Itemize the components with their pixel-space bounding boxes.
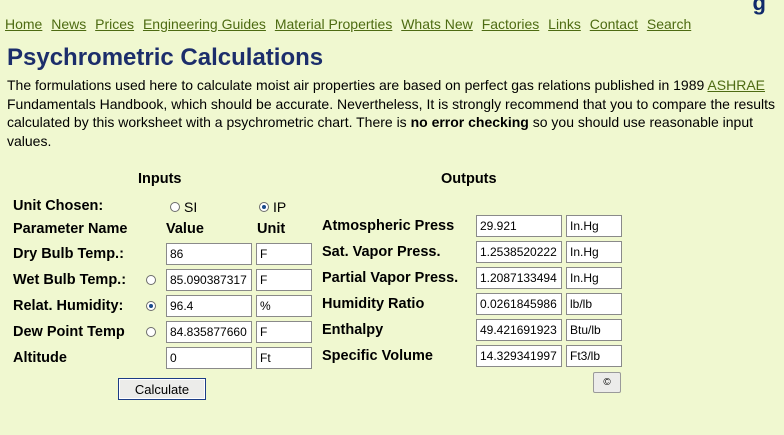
intro-text-1: The formulations used here to calculate … (7, 77, 708, 93)
specific-volume-unit-field[interactable] (566, 345, 622, 367)
partial-vapor-unit-field[interactable] (566, 267, 622, 289)
page-title: Psychrometric Calculations (7, 44, 324, 71)
nav-link-factories[interactable]: Factories (482, 16, 540, 32)
nav-link-material-properties[interactable]: Material Properties (275, 16, 393, 32)
atm-press-label: Atmospheric Press (322, 218, 455, 234)
altitude-value-input[interactable] (166, 347, 252, 369)
enthalpy-value-field[interactable] (476, 319, 562, 341)
humidity-ratio-label: Humidity Ratio (322, 296, 425, 312)
humidity-ratio-value-field[interactable] (476, 293, 562, 315)
unit-si-radio[interactable] (170, 202, 180, 212)
dry-bulb-value-input[interactable] (166, 243, 252, 265)
humidity-ratio-unit-field[interactable] (566, 293, 622, 315)
unit-ip-radio[interactable] (259, 202, 269, 212)
dew-point-label: Dew Point Temp (13, 324, 125, 340)
unit-header: Unit (257, 221, 286, 237)
enthalpy-label: Enthalpy (322, 322, 384, 338)
nav-link-search[interactable]: Search (647, 16, 691, 32)
wet-bulb-value-input[interactable] (166, 269, 252, 291)
nav-link-news[interactable]: News (51, 16, 86, 32)
nav-link-links[interactable]: Links (548, 16, 581, 32)
partial-vapor-value-field[interactable] (476, 267, 562, 289)
dew-point-unit-field[interactable] (256, 321, 312, 343)
unit-ip-label: IP (273, 199, 287, 215)
intro-warning: no error checking (410, 114, 529, 130)
nav-link-prices[interactable]: Prices (95, 16, 134, 32)
wet-bulb-label: Wet Bulb Temp.: (13, 272, 127, 288)
wet-bulb-radio[interactable] (146, 275, 156, 285)
enthalpy-unit-field[interactable] (566, 319, 622, 341)
specific-volume-value-field[interactable] (476, 345, 562, 367)
unit-si-label: SI (184, 199, 198, 215)
nav-link-contact[interactable]: Contact (590, 16, 638, 32)
dry-bulb-label: Dry Bulb Temp.: (13, 246, 124, 262)
wet-bulb-unit-field[interactable] (256, 269, 312, 291)
atm-press-unit-field[interactable] (566, 215, 622, 237)
unit-chosen-label: Unit Chosen: (13, 198, 104, 214)
nav-link-home[interactable]: Home (5, 16, 42, 32)
top-nav: Home News Prices Engineering Guides Mate… (5, 16, 696, 32)
outputs-heading: Outputs (441, 171, 497, 187)
humidity-radio[interactable] (146, 301, 156, 311)
atm-press-value-field[interactable] (476, 215, 562, 237)
ashrae-link[interactable]: ASHRAE (707, 77, 765, 93)
humidity-label: Relat. Humidity: (13, 298, 124, 314)
altitude-label: Altitude (13, 350, 67, 366)
sat-vapor-label: Sat. Vapor Press. (322, 244, 441, 260)
partial-vapor-label: Partial Vapor Press. (322, 270, 459, 286)
specific-volume-label: Specific Volume (322, 348, 433, 364)
sat-vapor-unit-field[interactable] (566, 241, 622, 263)
humidity-value-input[interactable] (166, 295, 252, 317)
humidity-unit-field[interactable] (256, 295, 312, 317)
value-header: Value (166, 221, 204, 237)
dew-point-value-input[interactable] (166, 321, 252, 343)
nav-link-whats-new[interactable]: Whats New (401, 16, 473, 32)
dry-bulb-unit-field[interactable] (256, 243, 312, 265)
inputs-heading: Inputs (138, 171, 182, 187)
nav-link-engineering-guides[interactable]: Engineering Guides (143, 16, 266, 32)
param-name-header: Parameter Name (13, 221, 128, 237)
intro-paragraph: The formulations used here to calculate … (7, 76, 782, 150)
sat-vapor-value-field[interactable] (476, 241, 562, 263)
altitude-unit-field[interactable] (256, 347, 312, 369)
calculate-button[interactable]: Calculate (118, 378, 206, 400)
copyright-button[interactable]: © (593, 372, 621, 393)
site-logo-fragment: g (752, 0, 766, 15)
dew-point-radio[interactable] (146, 327, 156, 337)
